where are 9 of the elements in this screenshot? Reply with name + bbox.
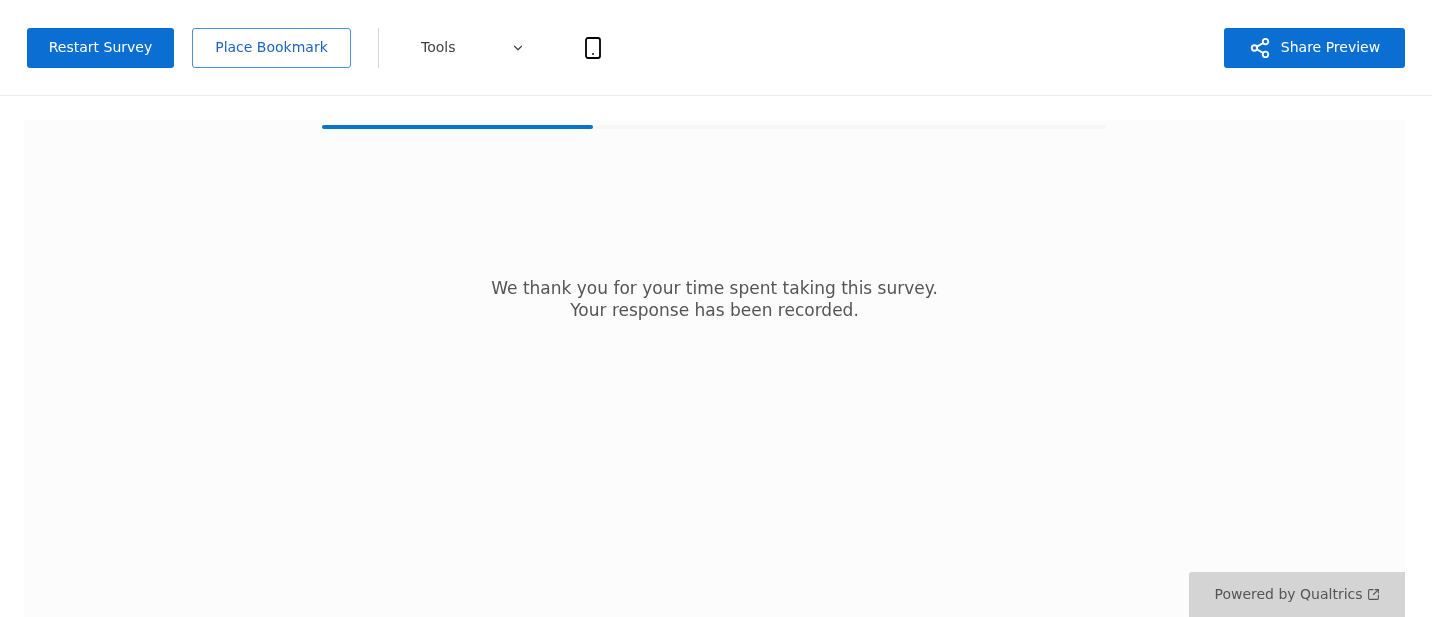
place-bookmark-button[interactable]: Place Bookmark <box>192 27 351 68</box>
restart-survey-button[interactable]: Restart Survey <box>27 27 174 68</box>
thank-you-message: We thank you for your time spent taking this survey. <box>491 277 938 299</box>
thank-you-message: Your response has been recorded. <box>570 299 859 321</box>
share-preview-button[interactable]: Share Preview <box>1224 27 1405 68</box>
tools-dropdown[interactable]: Tools <box>409 27 537 68</box>
external-link-icon <box>1366 588 1380 601</box>
share-icon <box>1248 36 1271 59</box>
powered-by-link[interactable]: Powered by Qualtrics <box>1189 572 1405 617</box>
